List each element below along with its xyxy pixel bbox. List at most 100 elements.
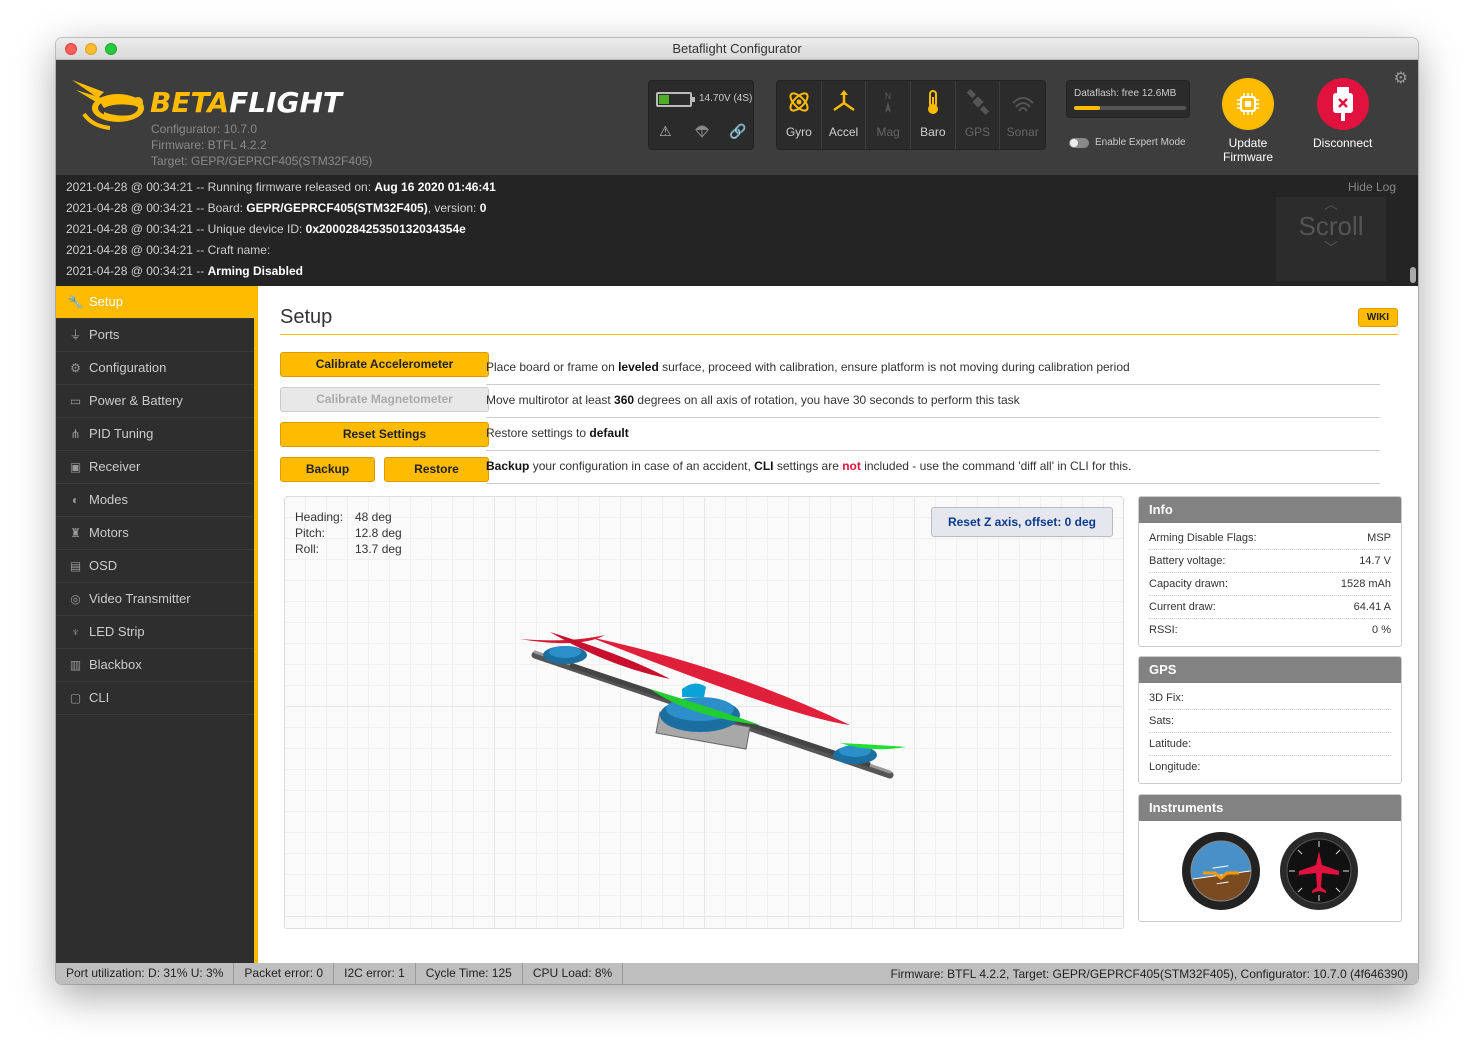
- firmware-info: Firmware: BTFL 4.2.2, Target: GEPR/GEPRC…: [890, 966, 1408, 981]
- divider: [486, 450, 1380, 451]
- log-line: 2021-04-28 @ 00:34:21 -- Craft name:: [66, 243, 271, 257]
- disconnect-button[interactable]: Disconnect: [1313, 78, 1372, 150]
- sensor-accel: Accel: [822, 81, 867, 149]
- sidebar-item-label: Modes: [89, 492, 129, 507]
- expert-mode-toggle[interactable]: Enable Expert Mode: [1069, 137, 1186, 148]
- calibrate-mag-description: Move multirotor at least 360 degrees on …: [486, 393, 1020, 407]
- sensor-label: Gyro: [785, 125, 812, 139]
- app-window: Betaflight Configurator BETAFLIGHT Confi…: [56, 38, 1418, 984]
- target-board: Target: GEPR/GEPRCF405(STM32F405): [151, 154, 373, 168]
- svg-text:N: N: [885, 92, 892, 102]
- sidebar-item-power-battery[interactable]: ▭ Power & Battery: [56, 385, 254, 418]
- row-key: 3D Fix:: [1149, 692, 1184, 704]
- battery-icon: [656, 92, 695, 107]
- attitude-key: Heading:: [295, 510, 344, 524]
- sidebar-item-label: Receiver: [89, 459, 141, 474]
- terminal-icon: ▢: [69, 691, 82, 705]
- chevron-down-icon: ﹀: [1324, 240, 1338, 256]
- minimize-window-button[interactable]: [85, 43, 97, 55]
- gps-rows: 3D Fix: Sats: Latitude: Longitude:: [1139, 683, 1401, 783]
- sidebar-item-ports[interactable]: ⏚ Ports: [56, 319, 254, 352]
- sensor-status-bar: Gyro Accel N Mag Baro GPS Sonar: [776, 80, 1046, 150]
- sidebar-item-label: Motors: [89, 525, 129, 540]
- close-window-button[interactable]: [65, 43, 77, 55]
- reset-settings-description: Restore settings to default: [486, 426, 629, 440]
- instruments-body: [1139, 821, 1401, 921]
- battery-voltage-text: 14.70V (4S): [699, 93, 753, 104]
- title-divider: [280, 334, 1398, 335]
- attitude-value: 13.7 deg: [355, 542, 402, 556]
- reset-z-axis-button[interactable]: Reset Z axis, offset: 0 deg: [931, 507, 1113, 537]
- update-firmware-button[interactable]: Update Firmware: [1222, 78, 1274, 164]
- row-value: 0 %: [1372, 624, 1391, 636]
- calibrate-magnetometer-button[interactable]: Calibrate Magnetometer: [280, 387, 489, 412]
- info-row: Longitude:: [1149, 756, 1391, 779]
- backup-button[interactable]: Backup: [280, 457, 375, 482]
- row-value: 64.41 A: [1353, 601, 1391, 613]
- log-scrollbar[interactable]: [1410, 267, 1416, 283]
- sidebar-item-configuration[interactable]: ⚙ Configuration: [56, 352, 254, 385]
- sidebar-item-label: CLI: [89, 690, 110, 705]
- sidebar-item-receiver[interactable]: ▣ Receiver: [56, 451, 254, 484]
- disconnect-label: Disconnect: [1313, 136, 1373, 150]
- attitude-indicator-icon: [1182, 832, 1260, 910]
- sidebar-item-osd[interactable]: ▤ OSD: [56, 550, 254, 583]
- broadcast-icon: ◎: [70, 592, 81, 606]
- log-line: 2021-04-28 @ 00:34:21 -- Arming Disabled: [66, 264, 303, 278]
- dataflash-status: Dataflash: free 12.6MB: [1066, 80, 1190, 118]
- betaflight-bee-logo-icon: [72, 80, 144, 130]
- log-scroll-hint: ︿ Scroll ﹀: [1276, 197, 1386, 281]
- sidebar-item-motors[interactable]: ♜ Motors: [56, 517, 254, 550]
- header: BETAFLIGHT Configurator: 10.7.0 Firmware…: [56, 60, 1418, 175]
- brand-wordmark: BETAFLIGHT: [150, 86, 342, 119]
- sidebar-item-modes[interactable]: ◐ Modes: [56, 484, 254, 517]
- hide-log-link[interactable]: Hide Log: [1348, 180, 1396, 194]
- sidebar-item-led-strip[interactable]: ♆ LED Strip: [56, 616, 254, 649]
- settings-gear-icon[interactable]: ⚙: [1394, 68, 1408, 88]
- sensor-label: Mag: [876, 125, 900, 139]
- reset-settings-button[interactable]: Reset Settings: [280, 422, 489, 447]
- configurator-version: Configurator: 10.7.0: [151, 122, 258, 136]
- sitemap-icon: ⋔: [70, 427, 81, 441]
- attitude-value: 48 deg: [355, 510, 392, 524]
- gear-icon: ⚙: [70, 361, 81, 375]
- expert-mode-switch[interactable]: [1069, 137, 1089, 148]
- row-key: Current draw:: [1149, 601, 1216, 613]
- firmware-version: Firmware: BTFL 4.2.2: [151, 138, 267, 152]
- packet-error: Packet error: 0: [234, 963, 335, 984]
- i2c-error: I2C error: 1: [334, 963, 416, 984]
- sidebar-item-label: OSD: [89, 558, 118, 573]
- sidebar-item-label: Ports: [89, 327, 120, 342]
- blackbox-icon: ▥: [69, 658, 82, 672]
- calibrate-accelerometer-button[interactable]: Calibrate Accelerometer: [280, 352, 489, 377]
- sidebar-item-pid-tuning[interactable]: ⋔ PID Tuning: [56, 418, 254, 451]
- osd-icon: ▤: [69, 559, 82, 573]
- status-bar: Port utilization: D: 31% U: 3% Packet er…: [56, 963, 1418, 984]
- sidebar-item-blackbox[interactable]: ▥ Blackbox: [56, 649, 254, 682]
- sidebar-item-video-transmitter[interactable]: ◎ Video Transmitter: [56, 583, 254, 616]
- maximize-window-button[interactable]: [105, 43, 117, 55]
- divider: [486, 483, 1380, 484]
- setup-content: Setup WIKI Calibrate Accelerometer Place…: [262, 286, 1418, 963]
- sidebar-item-cli[interactable]: ▢ CLI: [56, 682, 254, 715]
- instruments-panel-title: Instruments: [1139, 795, 1401, 821]
- sidebar-item-label: Setup: [89, 294, 123, 309]
- restore-button[interactable]: Restore: [384, 457, 489, 482]
- info-row: Sats:: [1149, 710, 1391, 733]
- info-row: Battery voltage: 14.7 V: [1149, 550, 1391, 573]
- sidebar-item-setup[interactable]: 🔧 Setup: [56, 286, 254, 319]
- battery-status-box: 14.70V (4S) ⚠ 🔗: [648, 80, 754, 150]
- attitude-key: Roll:: [295, 542, 320, 556]
- info-row: RSSI: 0 %: [1149, 619, 1391, 642]
- sidebar-item-label: Blackbox: [89, 657, 142, 672]
- sidebar-item-label: Configuration: [89, 360, 167, 375]
- update-firmware-label-1: Update: [1228, 136, 1268, 150]
- wiki-button[interactable]: WIKI: [1357, 308, 1398, 327]
- brand-flight: FLIGHT: [229, 86, 342, 119]
- title-bar: Betaflight Configurator: [56, 38, 1418, 60]
- heading-indicator-icon: [1280, 832, 1358, 910]
- gps-panel: GPS 3D Fix: Sats: Latitude: Longitude:: [1138, 656, 1402, 784]
- sidebar-item-label: LED Strip: [89, 624, 145, 639]
- info-row: Arming Disable Flags: MSP: [1149, 527, 1391, 550]
- 3d-model-view[interactable]: Heading: 48 deg Pitch: 12.8 deg Roll: 13.7 de…: [284, 496, 1124, 929]
